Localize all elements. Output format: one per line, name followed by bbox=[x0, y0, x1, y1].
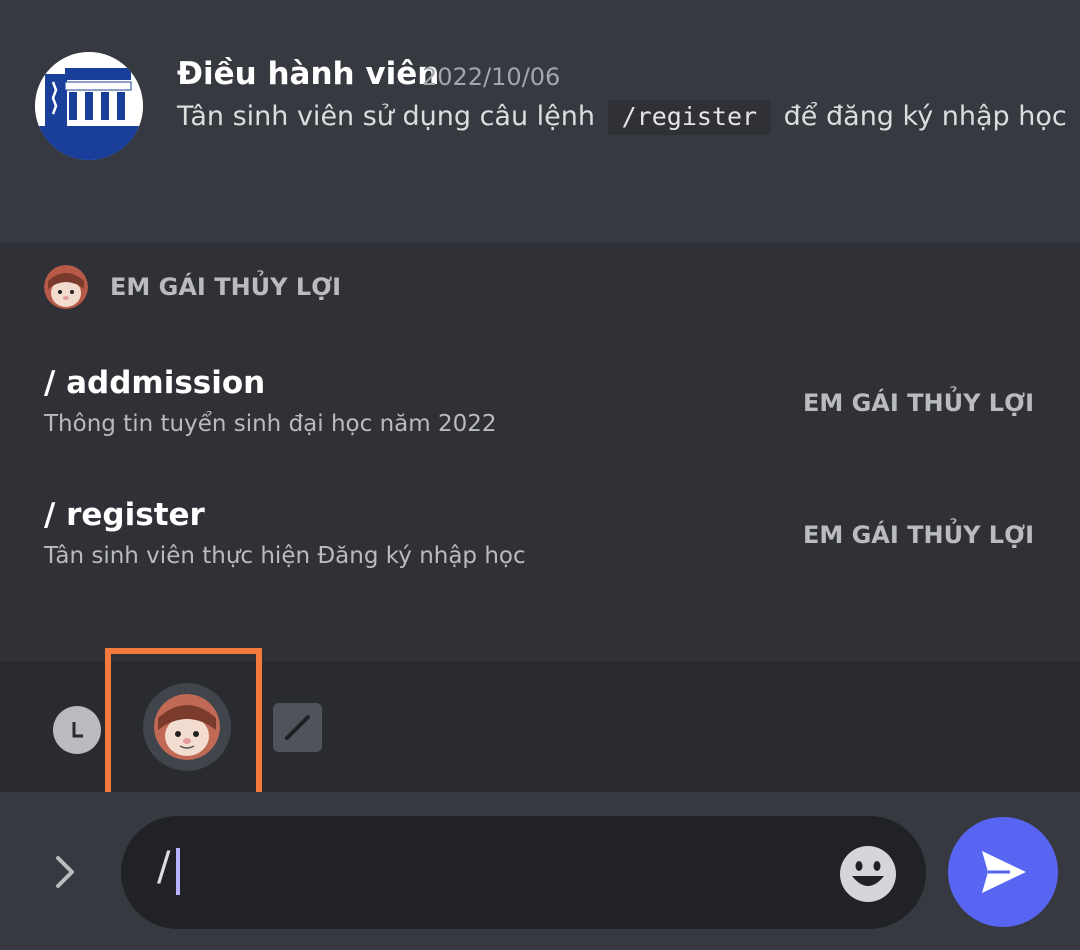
command-source: EM GÁI THỦY LỢI bbox=[802, 521, 1034, 549]
command-description: Tân sinh viên thực hiện Đăng ký nhập học bbox=[44, 543, 526, 569]
recent-clock-icon[interactable] bbox=[53, 706, 101, 754]
message-author[interactable]: Điều hành viên bbox=[177, 56, 439, 92]
command-source: EM GÁI THỦY LỢI bbox=[802, 389, 1034, 417]
bot-avatar-small bbox=[44, 265, 88, 309]
command-description: Thông tin tuyển sinh đại học năm 2022 bbox=[44, 411, 497, 437]
command-name: / addmission bbox=[44, 365, 266, 401]
slash-command-panel: EM GÁI THỦY LỢI / addmission Thông tin t… bbox=[0, 243, 1080, 661]
message-content: Tân sinh viên sử dụng câu lệnh /register… bbox=[177, 100, 1067, 135]
server-logo-avatar[interactable] bbox=[35, 52, 143, 160]
message: Điều hành viên 2022/10/06 Tân sinh viên … bbox=[0, 0, 1080, 243]
message-text-before: Tân sinh viên sử dụng câu lệnh bbox=[177, 101, 596, 132]
command-option-addmission[interactable]: / addmission Thông tin tuyển sinh đại họ… bbox=[44, 365, 1044, 455]
discord-chat-screen: Điều hành viên 2022/10/06 Tân sinh viên … bbox=[0, 0, 1080, 950]
slash-commands-icon[interactable] bbox=[273, 703, 322, 752]
message-input-value: / bbox=[157, 844, 171, 890]
chevron-right-icon[interactable] bbox=[50, 852, 82, 892]
selection-highlight bbox=[105, 648, 262, 798]
bot-section-header: EM GÁI THỦY LỢI bbox=[44, 265, 341, 309]
bot-header-name: EM GÁI THỦY LỢI bbox=[110, 273, 342, 301]
command-option-register[interactable]: / register Tân sinh viên thực hiện Đăng … bbox=[44, 497, 1044, 587]
message-text-after: để đăng ký nhập học bbox=[783, 101, 1067, 132]
send-icon bbox=[982, 851, 1026, 893]
command-name: / register bbox=[44, 497, 205, 533]
text-caret bbox=[176, 848, 180, 895]
inline-code-command: /register bbox=[607, 100, 772, 135]
message-timestamp: 2022/10/06 bbox=[422, 63, 561, 91]
send-button[interactable] bbox=[948, 817, 1058, 927]
message-input[interactable]: / bbox=[121, 816, 926, 929]
emoji-icon[interactable] bbox=[838, 844, 898, 904]
